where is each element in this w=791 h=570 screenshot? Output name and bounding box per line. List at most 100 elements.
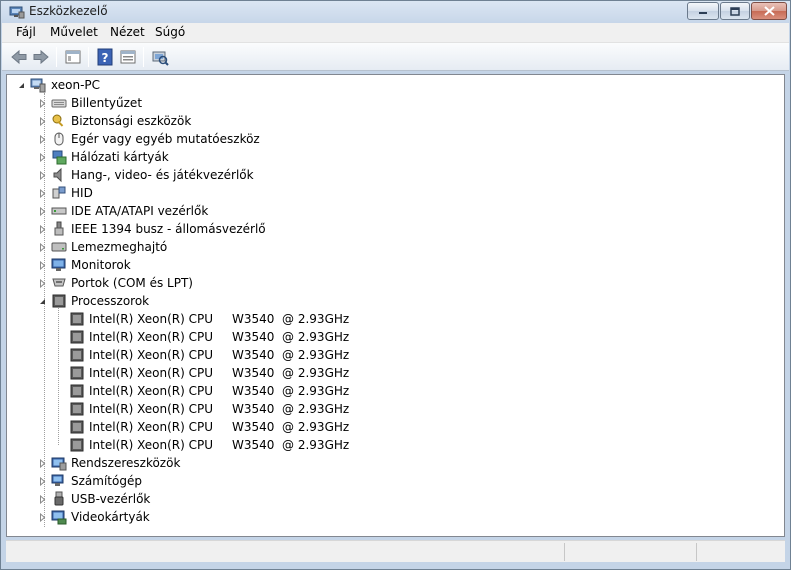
device-name: Intel(R) Xeon(R) CPU (89, 420, 214, 434)
device-name: Intel(R) Xeon(R) CPU (89, 402, 214, 416)
menu-action[interactable]: Művelet (50, 25, 98, 39)
tree-category-row[interactable]: USB-vezérlők (7, 490, 777, 508)
expand-arrow-icon[interactable] (38, 135, 47, 144)
status-bar (6, 540, 785, 562)
expand-arrow-icon[interactable] (38, 153, 47, 162)
expand-arrow-icon[interactable] (38, 243, 47, 252)
processor-icon (70, 330, 84, 344)
tree-category-row[interactable]: Portok (COM és LPT) (7, 274, 777, 292)
tree-category-row[interactable]: Videokártyák (7, 508, 777, 526)
menu-help[interactable]: Súgó (155, 25, 185, 39)
tree-category-label: Lemezmeghajtó (71, 240, 168, 254)
tree-category-row[interactable]: Hang-, video- és játékvezérlők (7, 166, 777, 184)
menu-file[interactable]: Fájl (16, 25, 36, 39)
tree-device-row[interactable]: Intel(R) Xeon(R) CPU W3540 @ 2.93GHz (7, 382, 777, 400)
properties-icon[interactable] (119, 48, 137, 66)
computer-icon (30, 78, 46, 93)
expand-arrow-icon[interactable] (38, 225, 47, 234)
forward-icon[interactable] (32, 48, 50, 66)
expand-arrow-icon[interactable] (38, 99, 47, 108)
speaker-icon (53, 167, 62, 183)
minimize-button[interactable] (687, 2, 719, 20)
tree-category-label: Biztonsági eszközök (71, 114, 192, 128)
expand-arrow-icon[interactable] (38, 477, 47, 486)
expand-arrow-icon[interactable] (38, 279, 47, 288)
expand-arrow-icon[interactable] (38, 495, 47, 504)
tree-device-row[interactable]: Intel(R) Xeon(R) CPU W3540 @ 2.93GHz (7, 418, 777, 436)
tree-category-label: IEEE 1394 busz - állomásvezérlő (71, 222, 266, 236)
ide-controller-icon (51, 207, 67, 215)
security-key-icon (52, 114, 64, 127)
tree-category-label: Monitorok (71, 258, 131, 272)
tree-device-row[interactable]: Intel(R) Xeon(R) CPU W3540 @ 2.93GHz (7, 400, 777, 418)
tree-category-row[interactable]: Billentyűzet (7, 94, 777, 112)
tree-category-label: Videokártyák (71, 510, 150, 524)
device-model: W3540 @ 2.93GHz (232, 366, 350, 380)
computer-icon (51, 474, 64, 486)
tree-category-row[interactable]: Processzorok (7, 292, 777, 310)
menu-view[interactable]: Nézet (110, 25, 145, 39)
tree-device-row[interactable]: Intel(R) Xeon(R) CPU W3540 @ 2.93GHz (7, 346, 777, 364)
tree-category-row[interactable]: Számítógép (7, 472, 777, 490)
expand-arrow-icon[interactable] (38, 459, 47, 468)
firewire-icon (54, 221, 64, 236)
close-button[interactable] (751, 2, 787, 20)
expand-arrow-icon[interactable] (38, 513, 47, 522)
tree-category-row[interactable]: Rendszereszközök (7, 454, 777, 472)
tree-root-row[interactable]: xeon-PC (7, 76, 777, 94)
keyboard-icon (51, 99, 67, 108)
status-separator (696, 543, 697, 561)
tree-category-row[interactable]: Egér vagy egyéb mutatóeszköz (7, 130, 777, 148)
tree-category-row[interactable]: Monitorok (7, 256, 777, 274)
processor-icon (70, 348, 84, 362)
toolbar-separator (143, 47, 144, 67)
device-model: W3540 @ 2.93GHz (232, 312, 350, 326)
device-manager-window: Eszközkezelő Fájl Művelet Nézet Súgó ? x… (0, 0, 791, 570)
back-icon[interactable] (10, 48, 28, 66)
tree-device-row[interactable]: Intel(R) Xeon(R) CPU W3540 @ 2.93GHz (7, 436, 777, 454)
expand-arrow-icon[interactable] (38, 261, 47, 270)
tree-category-label: IDE ATA/ATAPI vezérlők (71, 204, 209, 218)
menu-bar: Fájl Művelet Nézet Súgó (2, 23, 789, 43)
tree-device-row[interactable]: Intel(R) Xeon(R) CPU W3540 @ 2.93GHz (7, 310, 777, 328)
system-device-icon (51, 457, 67, 471)
processor-icon (70, 402, 84, 416)
maximize-icon (730, 6, 740, 16)
collapse-arrow-icon[interactable] (38, 297, 47, 306)
expand-arrow-icon[interactable] (38, 171, 47, 180)
help-icon[interactable]: ? (96, 48, 114, 66)
tree-device-row[interactable]: Intel(R) Xeon(R) CPU W3540 @ 2.93GHz (7, 328, 777, 346)
tree-category-row[interactable]: Hálózati kártyák (7, 148, 777, 166)
device-name: Intel(R) Xeon(R) CPU (89, 384, 214, 398)
tree-category-row[interactable]: HID (7, 184, 777, 202)
display-adapter-icon (51, 510, 67, 525)
maximize-button[interactable] (720, 2, 750, 20)
tree-category-label: USB-vezérlők (71, 492, 151, 506)
processor-icon (70, 312, 84, 326)
toolbar-separator (56, 47, 57, 67)
show-hide-tree-icon[interactable] (64, 48, 82, 66)
processor-icon (70, 438, 84, 452)
tree-category-label: HID (71, 186, 93, 200)
tree-device-row[interactable]: Intel(R) Xeon(R) CPU W3540 @ 2.93GHz (7, 364, 777, 382)
title-bar[interactable]: Eszközkezelő (1, 1, 790, 23)
device-name: Intel(R) Xeon(R) CPU (89, 330, 214, 344)
processor-icon (52, 294, 66, 308)
device-model: W3540 @ 2.93GHz (232, 438, 350, 452)
minimize-icon (699, 12, 707, 14)
mouse-icon (54, 132, 64, 146)
device-model: W3540 @ 2.93GHz (232, 384, 350, 398)
tree-category-row[interactable]: Biztonsági eszközök (7, 112, 777, 130)
expand-arrow-icon[interactable] (38, 207, 47, 216)
expand-arrow-icon[interactable] (38, 189, 47, 198)
expand-arrow-icon[interactable] (38, 117, 47, 126)
tree-category-row[interactable]: IDE ATA/ATAPI vezérlők (7, 202, 777, 220)
window-title: Eszközkezelő (29, 4, 108, 18)
device-tree[interactable]: xeon-PC Billentyűzet Biztonsági eszközök E… (6, 74, 785, 537)
processor-icon (70, 366, 84, 380)
network-adapter-icon (52, 150, 67, 165)
scan-hardware-icon[interactable] (151, 48, 169, 66)
collapse-arrow-icon[interactable] (17, 81, 26, 90)
tree-category-row[interactable]: IEEE 1394 busz - állomásvezérlő (7, 220, 777, 238)
tree-category-row[interactable]: Lemezmeghajtó (7, 238, 777, 256)
